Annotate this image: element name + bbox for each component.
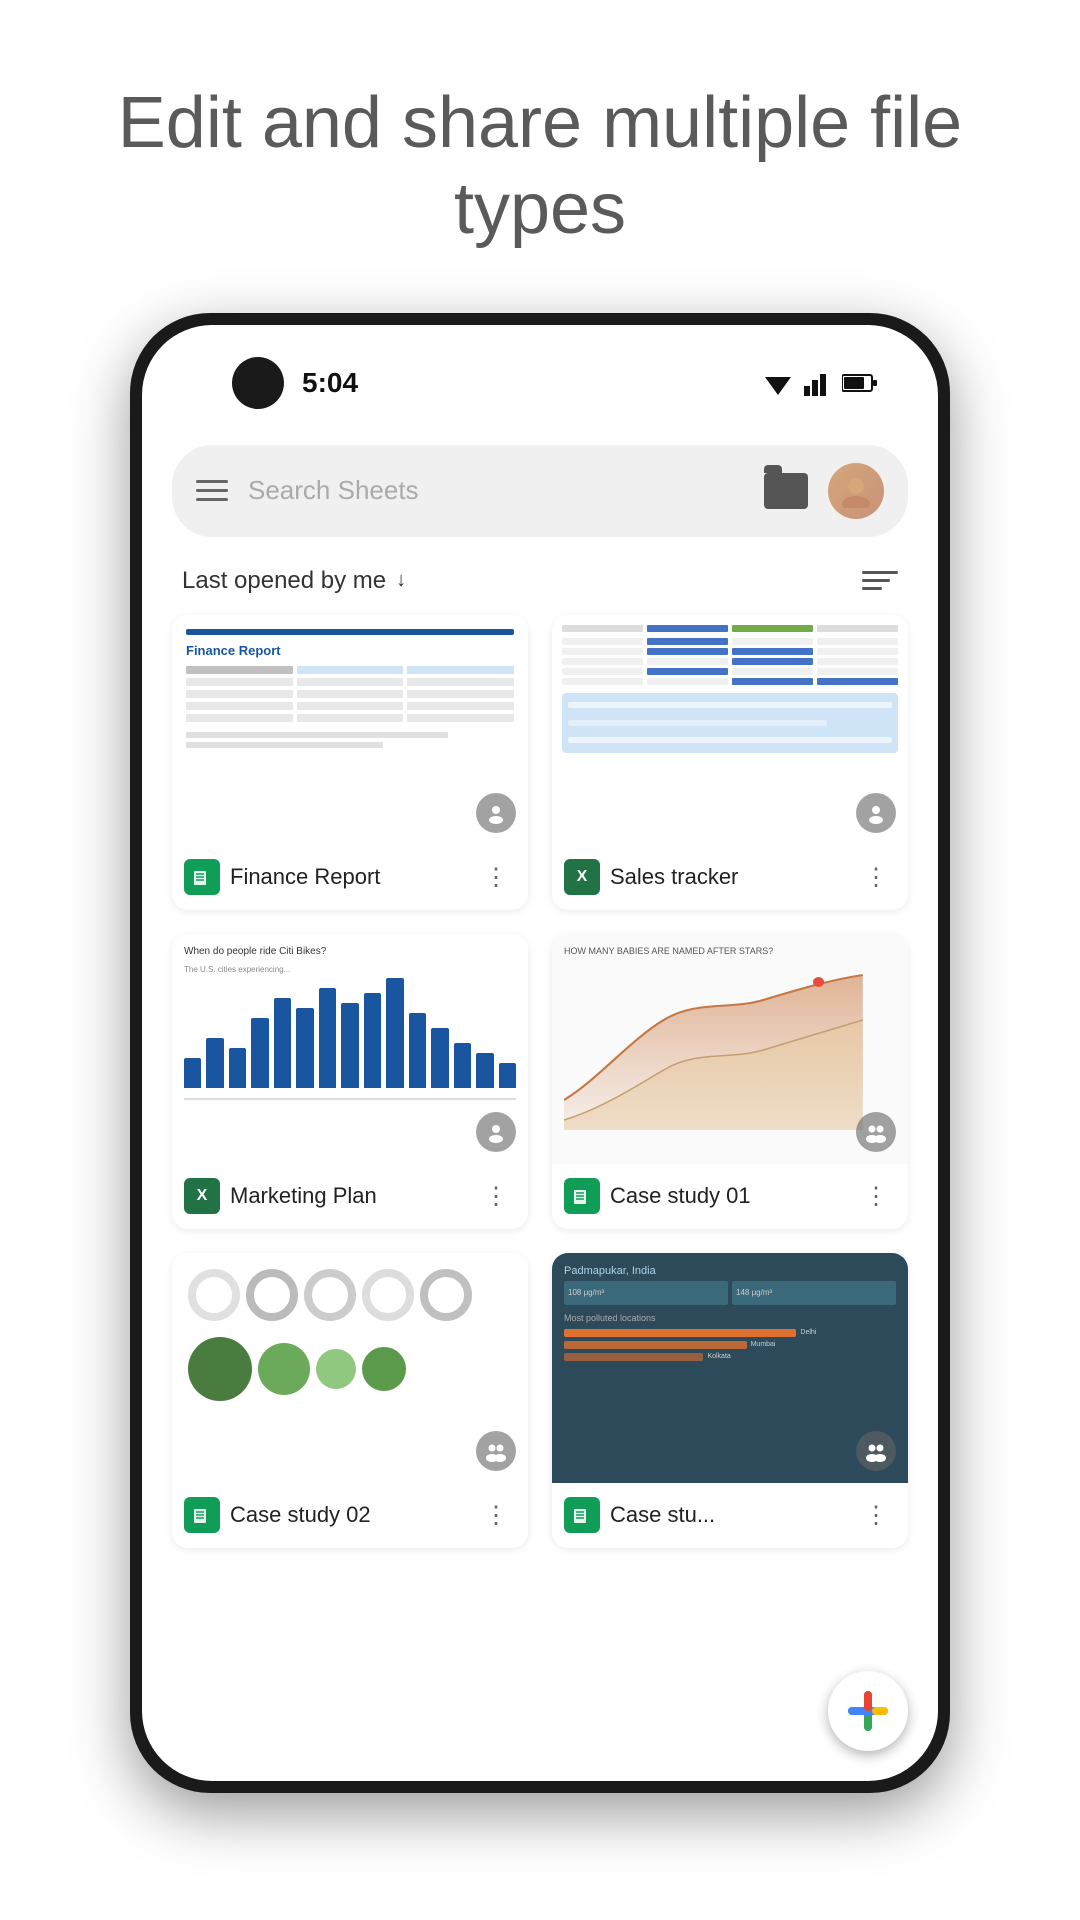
- marketing-plan-menu[interactable]: ⋮: [476, 1178, 516, 1215]
- app-content: Search Sheets Last opened by me ↓: [142, 425, 938, 1781]
- case-study-01-badge: [564, 1178, 600, 1214]
- file-card-case-study-dark[interactable]: Padmapukar, India 108 μg/m³ 148 μg/m³: [552, 1253, 908, 1548]
- case2-thumb-content: [172, 1253, 528, 1483]
- marketing-plan-info: X Marketing Plan ⋮: [172, 1164, 528, 1229]
- case1-thumb-content: HOW MANY BABIES ARE NAMED AFTER STARS?: [552, 934, 908, 1164]
- case-study-01-name: Case study 01: [610, 1183, 846, 1209]
- finance-report-info: Finance Report ⋮: [172, 845, 528, 910]
- case2-shared-icon: [476, 1431, 516, 1471]
- case-study-02-name: Case study 02: [230, 1502, 466, 1528]
- case-study-02-menu[interactable]: ⋮: [476, 1497, 516, 1534]
- sort-row: Last opened by me ↓: [142, 557, 938, 615]
- file-card-sales-tracker[interactable]: X Sales tracker ⋮: [552, 615, 908, 910]
- case-study-01-info: Case study 01 ⋮: [552, 1164, 908, 1229]
- sales-tracker-menu[interactable]: ⋮: [856, 859, 896, 896]
- finance-shared-icon: [476, 793, 516, 833]
- battery-icon: [842, 373, 878, 393]
- file-card-case-study-01[interactable]: HOW MANY BABIES ARE NAMED AFTER STARS?: [552, 934, 908, 1229]
- file-card-marketing-plan[interactable]: When do people ride Citi Bikes? The U.S.…: [172, 934, 528, 1229]
- marketing-plan-badge: X: [184, 1178, 220, 1214]
- wifi-icon: [762, 369, 794, 397]
- finance-report-menu[interactable]: ⋮: [476, 859, 516, 896]
- case1-shared-icon: [856, 1112, 896, 1152]
- file-thumbnail-case-study-01: HOW MANY BABIES ARE NAMED AFTER STARS?: [552, 934, 908, 1164]
- status-time: 5:04: [302, 367, 358, 399]
- hero-title: Edit and share multiple file types: [0, 0, 1080, 313]
- folder-icon[interactable]: [764, 473, 808, 509]
- file-thumbnail-sales-tracker: [552, 615, 908, 845]
- phone-mockup: 5:04: [130, 313, 950, 1793]
- case-dark-badge: [564, 1497, 600, 1533]
- fab-google-icon: [843, 1686, 893, 1736]
- search-bar[interactable]: Search Sheets: [172, 445, 908, 537]
- list-view-icon[interactable]: [862, 571, 898, 590]
- sales-tracker-name: Sales tracker: [610, 864, 846, 890]
- status-icons: [762, 369, 878, 397]
- phone-screen: 5:04: [142, 325, 938, 1781]
- hamburger-icon[interactable]: [196, 480, 228, 501]
- file-thumbnail-case-dark: Padmapukar, India 108 μg/m³ 148 μg/m³: [552, 1253, 908, 1483]
- sort-label[interactable]: Last opened by me ↓: [182, 567, 406, 595]
- fab-button[interactable]: [828, 1671, 908, 1751]
- signal-icon: [804, 370, 832, 396]
- sort-arrow-icon: ↓: [396, 569, 406, 592]
- finance-report-name: Finance Report: [230, 864, 466, 890]
- case-dark-shared-icon: [856, 1431, 896, 1471]
- case-study-02-badge: [184, 1497, 220, 1533]
- file-grid: Finance Report: [142, 615, 938, 1588]
- marketing-plan-name: Marketing Plan: [230, 1183, 466, 1209]
- case-study-02-info: Case study 02 ⋮: [172, 1483, 528, 1548]
- sales-thumb-content: [552, 615, 908, 845]
- finance-thumb-content: Finance Report: [172, 615, 528, 845]
- avatar[interactable]: [828, 463, 884, 519]
- file-thumbnail-finance-report: Finance Report: [172, 615, 528, 845]
- marketing-shared-icon: [476, 1112, 516, 1152]
- search-input[interactable]: Search Sheets: [248, 475, 744, 506]
- case-study-01-menu[interactable]: ⋮: [856, 1178, 896, 1215]
- case-dark-menu[interactable]: ⋮: [856, 1497, 896, 1534]
- sales-tracker-badge: X: [564, 859, 600, 895]
- phone-frame: 5:04: [130, 313, 950, 1793]
- camera-hole: [232, 357, 284, 409]
- file-card-case-study-02[interactable]: Case study 02 ⋮: [172, 1253, 528, 1548]
- sort-label-text: Last opened by me: [182, 567, 386, 595]
- file-thumbnail-marketing-plan: When do people ride Citi Bikes? The U.S.…: [172, 934, 528, 1164]
- finance-report-badge: [184, 859, 220, 895]
- sales-shared-icon: [856, 793, 896, 833]
- sales-tracker-info: X Sales tracker ⋮: [552, 845, 908, 910]
- file-card-finance-report[interactable]: Finance Report: [172, 615, 528, 910]
- file-thumbnail-case-study-02: [172, 1253, 528, 1483]
- marketing-thumb-content: When do people ride Citi Bikes? The U.S.…: [172, 934, 528, 1164]
- case-dark-name: Case stu...: [610, 1502, 846, 1528]
- case-dark-info: Case stu... ⋮: [552, 1483, 908, 1548]
